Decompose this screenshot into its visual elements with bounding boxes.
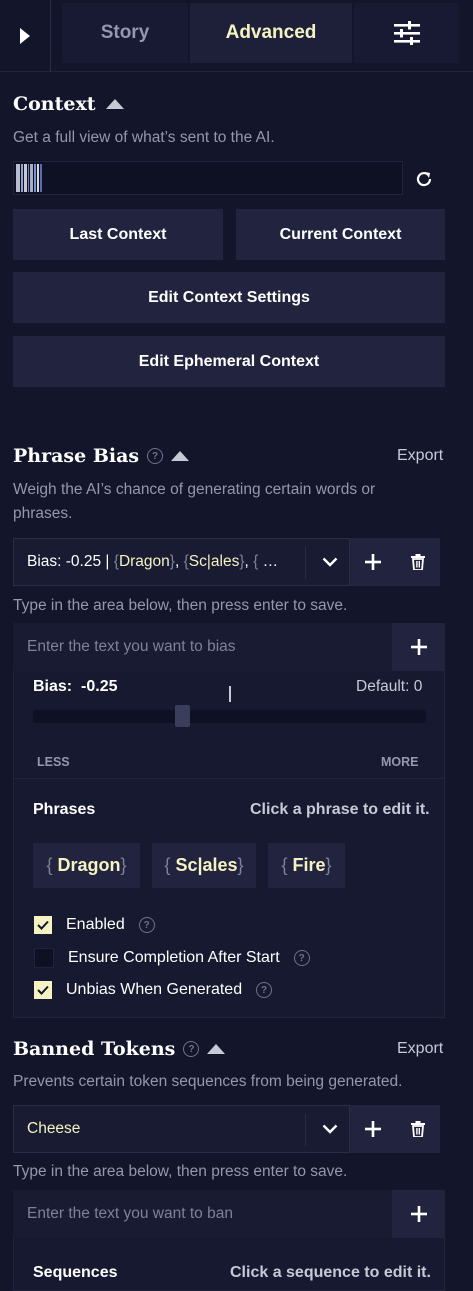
edit-context-settings-button[interactable]: Edit Context Settings bbox=[13, 272, 445, 323]
plus-icon bbox=[410, 1206, 427, 1222]
phrase-chip-scales[interactable]: { Sc|ales} bbox=[152, 843, 256, 888]
tab-story[interactable]: Story bbox=[62, 3, 188, 63]
bias-value-display: Bias: -0.25 bbox=[33, 678, 118, 695]
unbias-checkbox[interactable] bbox=[34, 981, 52, 999]
help-icon[interactable]: ? bbox=[256, 982, 273, 998]
collapse-caret-icon[interactable] bbox=[171, 451, 190, 461]
help-icon[interactable]: ? bbox=[138, 917, 155, 933]
phrases-label: Phrases bbox=[33, 801, 96, 818]
phrase-bias-heading: Phrase Bias ? bbox=[13, 445, 190, 467]
context-title: Context bbox=[13, 93, 96, 115]
add-banned-sequence-button[interactable] bbox=[392, 1190, 445, 1238]
sequences-hint: Click a sequence to edit it. bbox=[230, 1264, 431, 1281]
refresh-button[interactable] bbox=[411, 166, 437, 192]
banned-tokens-instruction: Type in the area below, then press enter… bbox=[13, 1163, 348, 1180]
refresh-icon bbox=[416, 171, 432, 187]
banned-tokens-heading: Banned Tokens ? bbox=[13, 1038, 226, 1060]
banned-group-value: Cheese bbox=[27, 1120, 81, 1137]
trash-icon bbox=[410, 554, 425, 570]
collapse-caret-icon[interactable] bbox=[207, 1044, 226, 1054]
current-context-button[interactable]: Current Context bbox=[236, 209, 445, 260]
phrases-hint: Click a phrase to edit it. bbox=[250, 801, 430, 818]
bias-slider-thumb[interactable] bbox=[175, 705, 190, 727]
bias-group-value: Bias: -0.25 | {Dragon}, {Sc|ales}, { … bbox=[27, 553, 279, 570]
phrase-chip-dragon[interactable]: { Dragon} bbox=[33, 843, 140, 888]
play-arrow-icon bbox=[20, 28, 30, 44]
plus-icon bbox=[410, 639, 427, 655]
banned-group-select[interactable]: Cheese bbox=[13, 1105, 350, 1153]
plus-icon bbox=[364, 554, 381, 570]
ensure-completion-checkbox[interactable] bbox=[34, 948, 54, 968]
phrase-bias-description: Weigh the AI’s chance of generating cert… bbox=[13, 481, 376, 522]
delete-banned-group-button[interactable] bbox=[395, 1105, 440, 1153]
divider bbox=[14, 778, 444, 779]
context-usage-fill bbox=[16, 164, 43, 192]
chevron-down-icon[interactable] bbox=[310, 1106, 350, 1152]
phrase-bias-instruction: Type in the area below, then press enter… bbox=[13, 597, 348, 614]
context-heading: Context bbox=[13, 93, 124, 115]
sliders-icon bbox=[393, 21, 420, 45]
default-tick bbox=[229, 686, 231, 702]
add-bias-phrase-button[interactable] bbox=[392, 623, 445, 671]
add-banned-group-button[interactable] bbox=[350, 1105, 395, 1153]
phrase-chip-fire[interactable]: { Fire} bbox=[268, 843, 345, 888]
bias-slider-track[interactable] bbox=[33, 705, 426, 727]
context-description: Get a full view of what’s sent to the AI… bbox=[13, 129, 275, 146]
banned-tokens-export-button[interactable]: Export bbox=[397, 1040, 443, 1058]
bias-group-select[interactable]: Bias: -0.25 | {Dragon}, {Sc|ales}, { … bbox=[13, 538, 350, 586]
phrase-bias-export-button[interactable]: Export bbox=[397, 447, 443, 465]
tab-settings[interactable] bbox=[354, 3, 459, 63]
check-icon bbox=[37, 985, 49, 995]
option-unbias-when-generated[interactable]: Unbias When Generated ? bbox=[34, 981, 273, 999]
delete-bias-group-button[interactable] bbox=[395, 538, 440, 586]
banned-tokens-title: Banned Tokens bbox=[13, 1038, 176, 1060]
collapse-caret-icon[interactable] bbox=[105, 99, 124, 109]
check-icon bbox=[37, 920, 49, 930]
help-icon[interactable]: ? bbox=[293, 950, 310, 966]
bias-default-label: Default: 0 bbox=[356, 678, 423, 695]
ban-text-input[interactable]: Enter the text you want to ban bbox=[13, 1190, 392, 1238]
enabled-checkbox[interactable] bbox=[34, 916, 52, 934]
banned-tokens-description: Prevents certain token sequences from be… bbox=[13, 1073, 403, 1090]
option-ensure-completion[interactable]: Ensure Completion After Start ? bbox=[34, 948, 310, 968]
phrase-bias-title: Phrase Bias bbox=[13, 445, 140, 467]
last-context-button[interactable]: Last Context bbox=[13, 209, 223, 260]
edit-ephemeral-context-button[interactable]: Edit Ephemeral Context bbox=[13, 336, 445, 387]
trash-icon bbox=[410, 1121, 425, 1137]
plus-icon bbox=[364, 1121, 381, 1137]
sequences-label: Sequences bbox=[33, 1264, 118, 1281]
slider-more-label: MORE bbox=[381, 755, 419, 769]
context-usage-bar bbox=[13, 161, 403, 195]
chevron-down-icon[interactable] bbox=[310, 539, 350, 585]
bias-text-input[interactable]: Enter the text you want to bias bbox=[13, 623, 392, 671]
help-icon[interactable]: ? bbox=[147, 448, 164, 464]
help-icon[interactable]: ? bbox=[183, 1041, 200, 1057]
add-bias-group-button[interactable] bbox=[350, 538, 395, 586]
tab-advanced[interactable]: Advanced bbox=[190, 3, 352, 63]
collapse-sidebar-button[interactable] bbox=[0, 0, 51, 72]
option-enabled[interactable]: Enabled ? bbox=[34, 916, 155, 934]
slider-less-label: LESS bbox=[37, 755, 70, 769]
